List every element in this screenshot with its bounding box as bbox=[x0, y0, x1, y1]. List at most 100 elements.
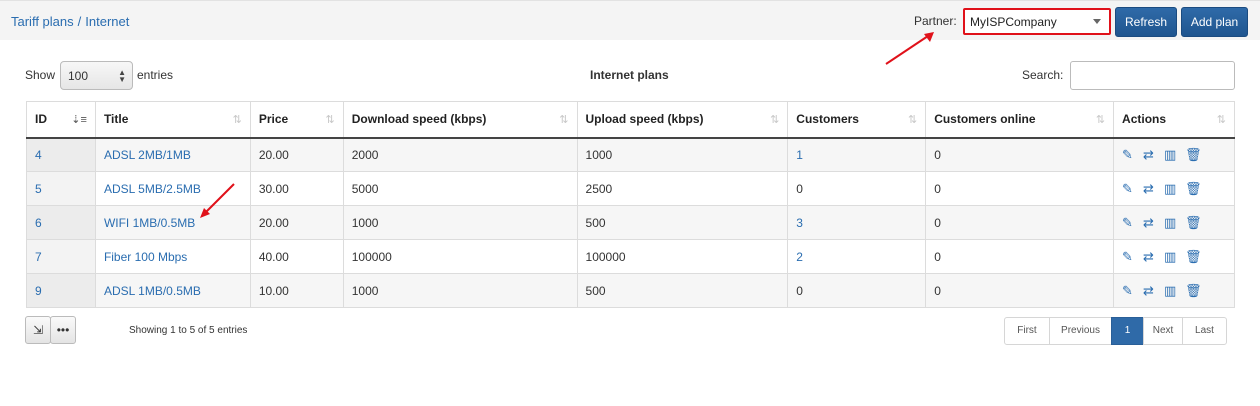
sort-icon: ⇅ bbox=[1216, 114, 1226, 126]
table-info: Showing 1 to 5 of 5 entries bbox=[129, 325, 248, 336]
delete-icon[interactable]: 🗑 bbox=[1185, 215, 1206, 231]
customers-online: 0 bbox=[925, 239, 1115, 274]
stats-icon[interactable]: ▥ bbox=[1164, 215, 1185, 231]
partner-select[interactable]: MyISPCompany bbox=[963, 8, 1111, 35]
plan-price: 20.00 bbox=[249, 137, 344, 172]
transfer-icon[interactable]: ⇄ bbox=[1143, 215, 1164, 231]
pagination-page-current[interactable]: 1 bbox=[1111, 317, 1144, 345]
transfer-icon[interactable]: ⇄ bbox=[1143, 147, 1164, 163]
stats-icon[interactable]: ▥ bbox=[1164, 181, 1185, 197]
edit-icon[interactable]: ✎ bbox=[1122, 249, 1143, 265]
column-header-actions[interactable]: Actions ⇅ bbox=[1113, 101, 1235, 139]
sort-icon: ⇅ bbox=[559, 114, 569, 126]
plan-price: 30.00 bbox=[249, 171, 344, 206]
page-length-select[interactable]: 100 ▲ ▼ bbox=[60, 61, 133, 90]
show-label: Show bbox=[25, 68, 56, 82]
customers-link[interactable]: 2 bbox=[796, 250, 803, 264]
plan-download: 100000 bbox=[342, 239, 578, 274]
column-header-customers[interactable]: Customers ⇅ bbox=[787, 101, 927, 139]
breadcrumb-tariff-plans[interactable]: Tariff plans bbox=[11, 14, 74, 29]
add-plan-button[interactable]: Add plan bbox=[1181, 7, 1248, 37]
breadcrumb-separator: / bbox=[77, 14, 82, 29]
column-header-price[interactable]: Price ⇅ bbox=[249, 101, 344, 139]
customers-count: 0 bbox=[787, 171, 927, 206]
sort-icon: ⇅ bbox=[325, 114, 335, 126]
row-actions: ✎ ⇄ ▥ 🗑 bbox=[1113, 171, 1235, 206]
more-options-button[interactable]: ••• bbox=[50, 316, 76, 344]
top-bar: Tariff plans / Internet Partner: MyISPComp… bbox=[0, 0, 1260, 40]
partner-label: Partner: bbox=[914, 14, 957, 28]
edit-icon[interactable]: ✎ bbox=[1122, 181, 1143, 197]
row-actions: ✎ ⇄ ▥ 🗑 bbox=[1113, 239, 1235, 274]
plan-download: 2000 bbox=[342, 137, 578, 172]
edit-icon[interactable]: ✎ bbox=[1122, 283, 1143, 299]
plan-upload: 500 bbox=[576, 273, 789, 308]
plan-id-link[interactable]: 5 bbox=[35, 182, 42, 196]
plan-download: 5000 bbox=[342, 171, 578, 206]
customers-link[interactable]: 1 bbox=[796, 148, 803, 162]
table-row: 7 Fiber 100 Mbps 40.00 100000 100000 2 0… bbox=[26, 239, 1235, 274]
chevron-down-icon bbox=[1093, 19, 1101, 24]
updown-arrows-icon: ▲ ▼ bbox=[118, 68, 126, 84]
search-label: Search: bbox=[1022, 68, 1064, 82]
table-row: 4 ADSL 2MB/1MB 20.00 2000 1000 1 0 ✎ ⇄ ▥ 🗑 bbox=[26, 137, 1235, 172]
customers-online: 0 bbox=[925, 273, 1115, 308]
delete-icon[interactable]: 🗑 bbox=[1185, 147, 1206, 163]
refresh-button[interactable]: Refresh bbox=[1115, 7, 1177, 37]
column-header-download[interactable]: Download speed (kbps) ⇅ bbox=[342, 101, 578, 139]
sort-icon: ⇅ bbox=[1095, 114, 1106, 126]
annotation-arrow-row bbox=[200, 183, 235, 218]
export-button[interactable]: ⇲ bbox=[25, 316, 51, 344]
plan-id-link[interactable]: 6 bbox=[35, 216, 42, 230]
plan-title-link[interactable]: ADSL 2MB/1MB bbox=[104, 148, 191, 162]
page-length-value: 100 bbox=[68, 69, 89, 83]
entries-label: entries bbox=[137, 68, 174, 82]
plan-title-link[interactable]: ADSL 1MB/0.5MB bbox=[104, 284, 201, 298]
sort-icon: ⇅ bbox=[907, 114, 918, 126]
transfer-icon[interactable]: ⇄ bbox=[1143, 249, 1164, 265]
plan-price: 20.00 bbox=[249, 205, 344, 240]
edit-icon[interactable]: ✎ bbox=[1122, 147, 1143, 163]
column-header-upload[interactable]: Upload speed (kbps) ⇅ bbox=[576, 101, 789, 139]
delete-icon[interactable]: 🗑 bbox=[1185, 283, 1206, 299]
plan-id-link[interactable]: 7 bbox=[35, 250, 42, 264]
plan-upload: 100000 bbox=[576, 239, 789, 274]
breadcrumb-internet[interactable]: Internet bbox=[85, 14, 129, 29]
table-row: 9 ADSL 1MB/0.5MB 10.00 1000 500 0 0 ✎ ⇄ ▥ 🗑 bbox=[26, 273, 1235, 308]
pagination-first[interactable]: First bbox=[1004, 317, 1050, 345]
stats-icon[interactable]: ▥ bbox=[1164, 147, 1185, 163]
export-icon: ⇲ bbox=[32, 323, 44, 337]
customers-link[interactable]: 3 bbox=[796, 216, 803, 230]
plan-title-link[interactable]: Fiber 100 Mbps bbox=[104, 250, 187, 264]
pagination-next[interactable]: Next bbox=[1143, 317, 1183, 345]
pagination-last[interactable]: Last bbox=[1182, 317, 1227, 345]
stats-icon[interactable]: ▥ bbox=[1164, 283, 1185, 299]
transfer-icon[interactable]: ⇄ bbox=[1143, 181, 1164, 197]
plan-id-link[interactable]: 4 bbox=[35, 148, 42, 162]
transfer-icon[interactable]: ⇄ bbox=[1143, 283, 1164, 299]
column-header-id[interactable]: ID ⇣≡ bbox=[26, 101, 96, 139]
plan-upload: 1000 bbox=[576, 137, 789, 172]
customers-online: 0 bbox=[925, 137, 1115, 172]
search-input[interactable] bbox=[1070, 61, 1235, 90]
table-title: Internet plans bbox=[590, 68, 669, 82]
plan-title-link[interactable]: ADSL 5MB/2.5MB bbox=[104, 182, 201, 196]
column-header-title[interactable]: Title ⇅ bbox=[94, 101, 251, 139]
plan-download: 1000 bbox=[342, 205, 578, 240]
partner-selected-value: MyISPCompany bbox=[970, 15, 1057, 29]
plan-title-link[interactable]: WIFI 1MB/0.5MB bbox=[104, 216, 195, 230]
column-header-customers-online[interactable]: Customers online ⇅ bbox=[925, 101, 1115, 139]
plan-upload: 500 bbox=[576, 205, 789, 240]
pagination-previous[interactable]: Previous bbox=[1049, 317, 1112, 345]
plan-download: 1000 bbox=[342, 273, 578, 308]
row-actions: ✎ ⇄ ▥ 🗑 bbox=[1113, 137, 1235, 172]
sort-icon: ⇅ bbox=[232, 114, 242, 126]
customers-count: 0 bbox=[787, 273, 927, 308]
edit-icon[interactable]: ✎ bbox=[1122, 215, 1143, 231]
delete-icon[interactable]: 🗑 bbox=[1185, 249, 1206, 265]
stats-icon[interactable]: ▥ bbox=[1164, 249, 1185, 265]
plan-id-link[interactable]: 9 bbox=[35, 284, 42, 298]
breadcrumb: Tariff plans / Internet bbox=[11, 14, 129, 29]
delete-icon[interactable]: 🗑 bbox=[1185, 181, 1206, 197]
table-header-row: ID ⇣≡ Title ⇅ Price ⇅ Download speed (kbps)… bbox=[26, 101, 1235, 139]
